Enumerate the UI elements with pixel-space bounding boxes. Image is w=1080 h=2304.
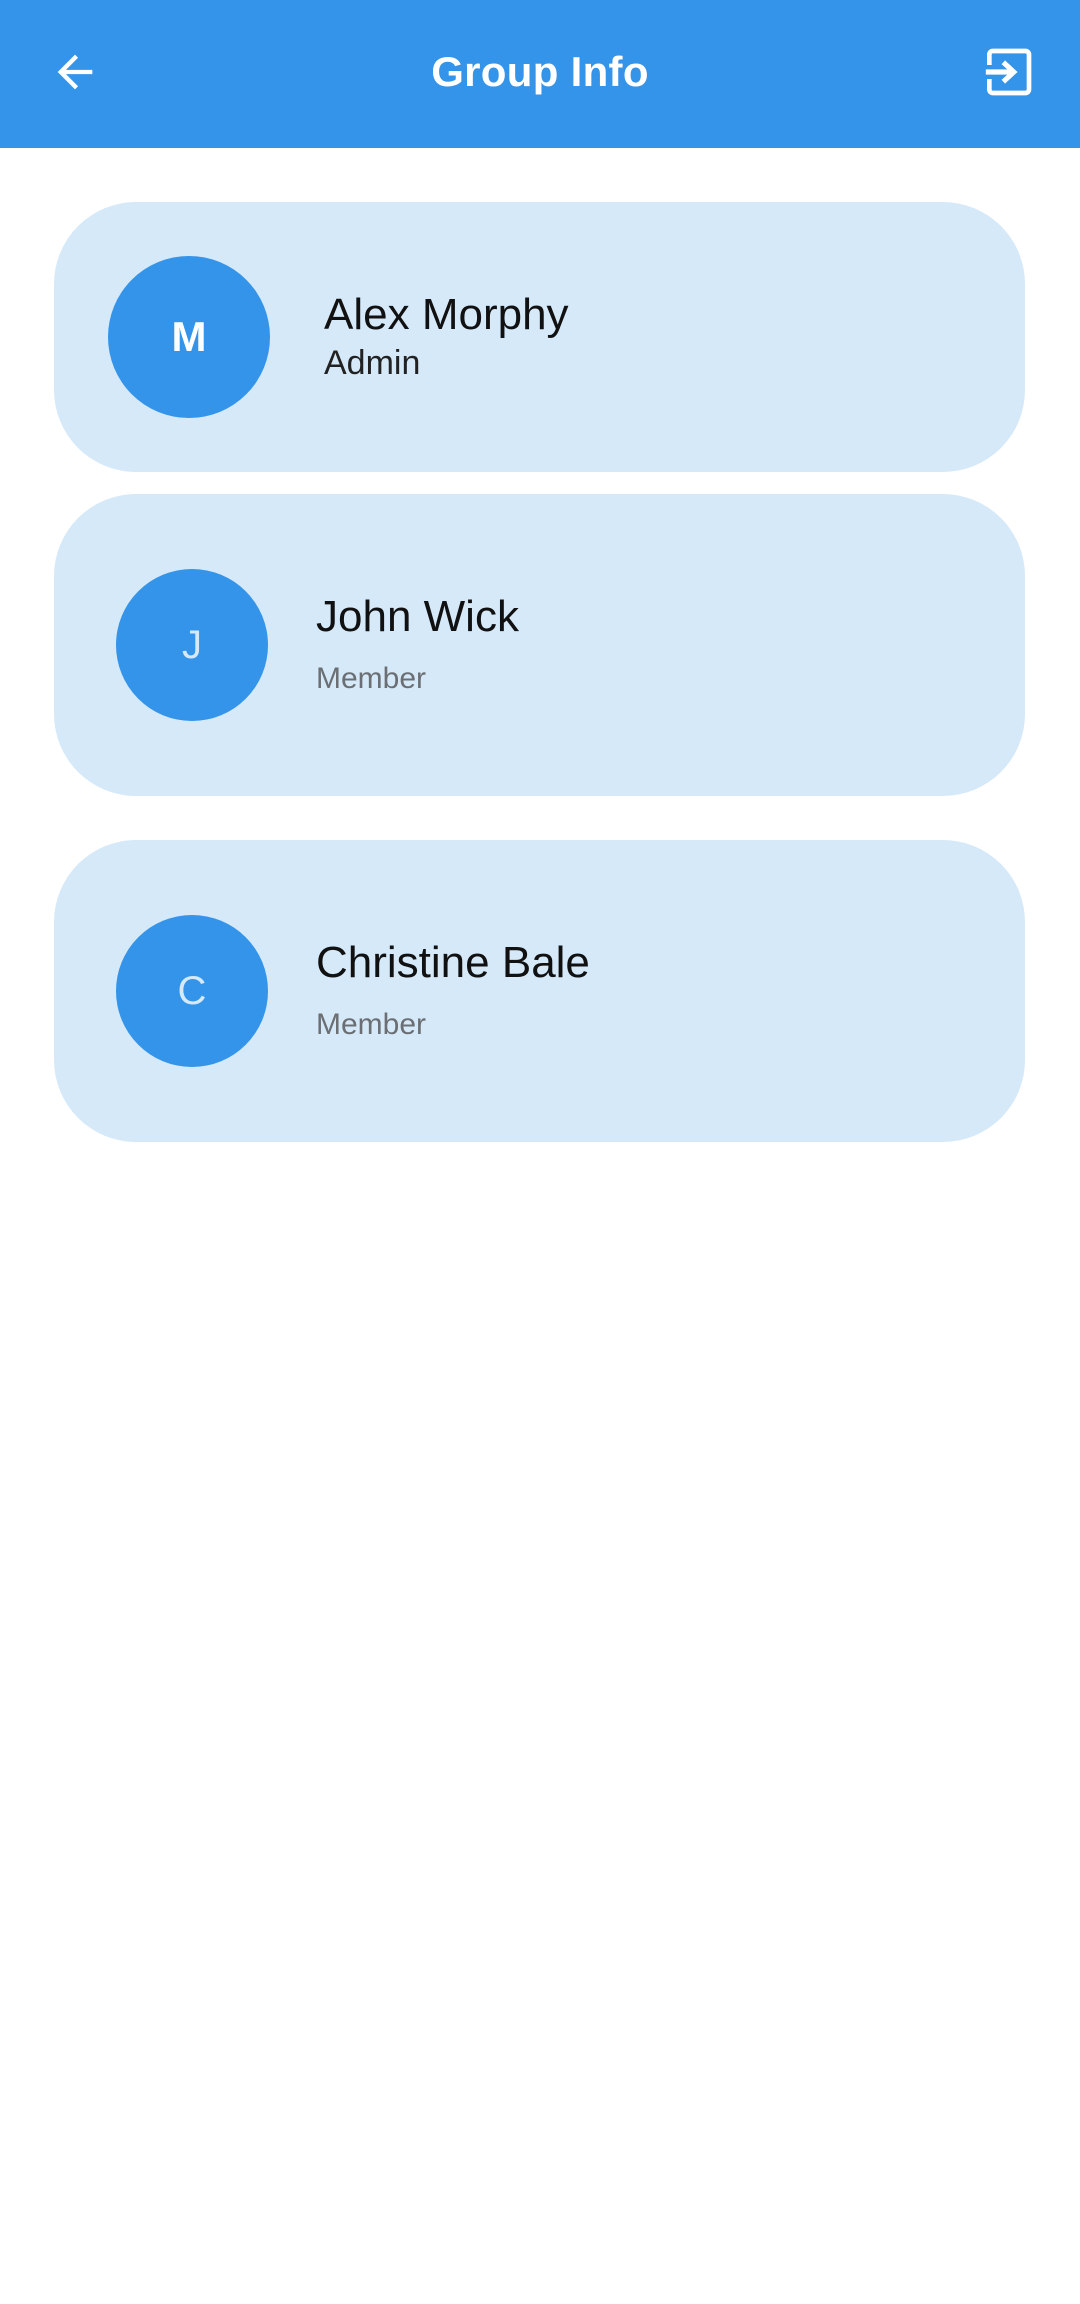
member-name: Alex Morphy [324,290,569,339]
member-card[interactable]: C Christine Bale Member [54,840,1025,1142]
member-role: Member [316,1008,427,1041]
member-role: Member [316,662,427,695]
member-name: Christine Bale [316,938,590,987]
page-title: Group Info [431,48,649,95]
avatar: C [116,915,268,1067]
member-card[interactable]: M Alex Morphy Admin [54,202,1025,472]
app-bar: Group Info [0,0,1080,148]
group-info-screen: Group Info M Alex Morphy Admin J John Wi… [0,0,1080,2304]
avatar-initial: C [177,968,207,1013]
member-role: Admin [324,344,421,382]
avatar: M [108,256,270,418]
avatar-initial: J [182,622,202,667]
member-card[interactable]: J John Wick Member [54,494,1025,796]
member-name: John Wick [316,592,519,641]
avatar-initial: M [171,313,207,360]
avatar: J [116,569,268,721]
exit-group-button[interactable] [958,22,1058,122]
exit-to-app-icon [984,48,1032,96]
